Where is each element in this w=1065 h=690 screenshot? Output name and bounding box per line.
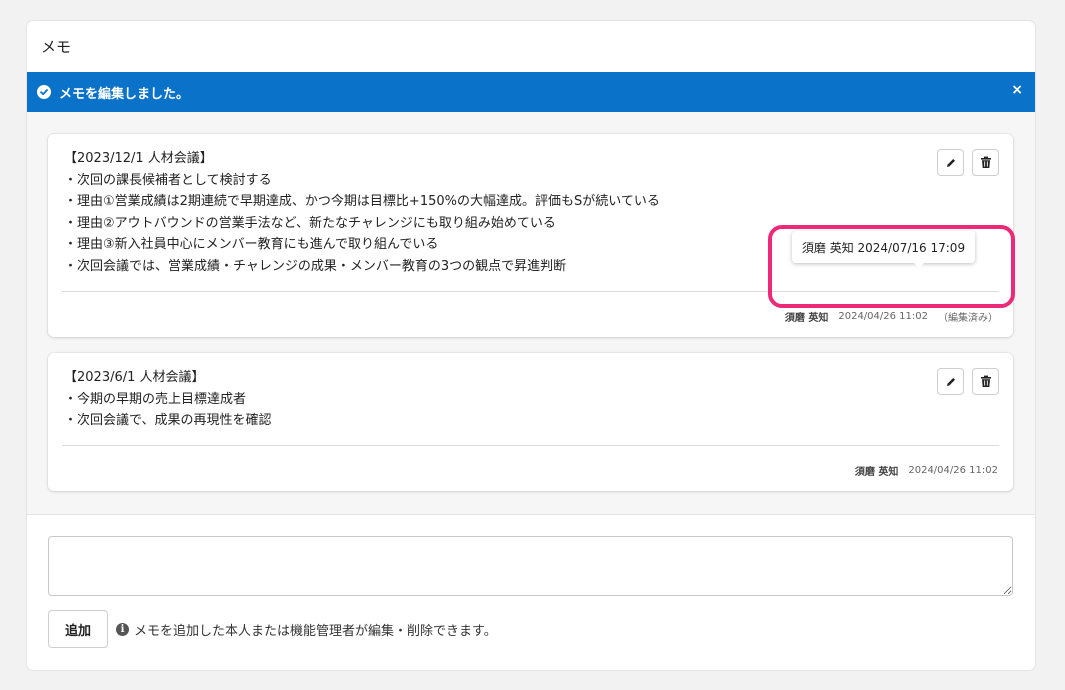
delete-memo-button[interactable]: [972, 368, 999, 395]
pencil-icon: [946, 377, 955, 386]
memo-panel: メモ メモを編集しました。 × 【2023/12/1 人材会議】 ・次回の課長候…: [27, 21, 1035, 670]
memo-list: 【2023/12/1 人材会議】 ・次回の課長候補者として検討する ・理由①営業…: [27, 112, 1035, 515]
panel-title: メモ: [41, 38, 72, 56]
check-circle-icon: [37, 85, 51, 99]
memo-composer: 追加 i メモを追加した本人または機能管理者が編集・削除できます。: [27, 514, 1035, 670]
memo-date: 2024/04/26 11:02: [838, 311, 928, 322]
memo-input[interactable]: [48, 536, 1013, 596]
edit-history-tooltip: 須磨 英知 2024/07/16 17:09: [792, 231, 975, 268]
divider: [62, 291, 999, 292]
memo-line: ・次回会議で、成果の再現性を確認: [64, 413, 272, 429]
close-icon[interactable]: ×: [1011, 82, 1023, 98]
memo-line: 【2023/6/1 人材会議】: [64, 370, 205, 385]
memo-line: ・理由①営業成績は2期連続で早期達成、かつ今期は目標比+150%の大幅達成。評価…: [64, 194, 660, 210]
success-banner: メモを編集しました。 ×: [27, 72, 1035, 112]
memo-meta: 須磨 英知 2024/04/26 11:02: [855, 463, 998, 478]
help-note: i メモを追加した本人または機能管理者が編集・削除できます。: [116, 620, 497, 639]
memo-author: 須磨 英知: [784, 313, 829, 324]
info-icon: i: [116, 623, 129, 636]
trash-icon: [980, 156, 991, 168]
trash-icon: [980, 375, 991, 387]
memo-date: 2024/04/26 11:02: [908, 465, 998, 476]
memo-meta: 須磨 英知 2024/04/26 11:02 （編集済み）: [785, 309, 998, 324]
help-text: メモを追加した本人または機能管理者が編集・削除できます。: [134, 624, 497, 639]
delete-memo-button[interactable]: [972, 149, 999, 176]
banner-message: メモを編集しました。: [59, 86, 190, 102]
memo-line: ・次回の課長候補者として検討する: [64, 172, 272, 188]
divider: [62, 445, 999, 446]
memo-content: 【2023/6/1 人材会議】 ・今期の早期の売上目標達成者 ・次回会議で、成果…: [48, 353, 1013, 432]
memo-card: 【2023/6/1 人材会議】 ・今期の早期の売上目標達成者 ・次回会議で、成果…: [48, 353, 1013, 491]
edited-label[interactable]: （編集済み）: [938, 309, 998, 324]
pencil-icon: [946, 158, 955, 167]
memo-line: 【2023/12/1 人材会議】: [64, 151, 213, 166]
add-button[interactable]: 追加: [48, 610, 108, 648]
memo-line: ・今期の早期の売上目標達成者: [64, 391, 247, 407]
edit-memo-button[interactable]: [937, 368, 964, 395]
memo-author: 須磨 英知: [854, 467, 899, 478]
edit-memo-button[interactable]: [937, 149, 964, 176]
